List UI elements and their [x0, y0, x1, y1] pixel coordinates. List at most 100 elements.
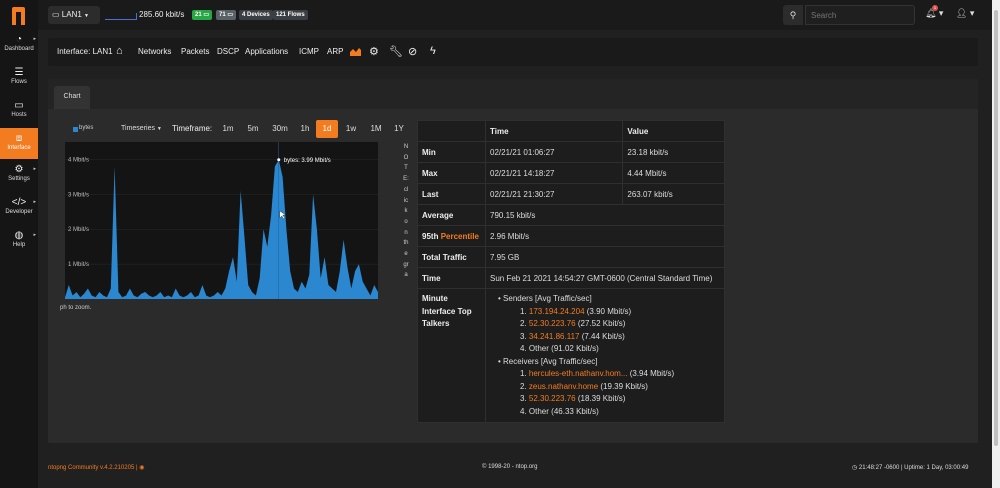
search-input[interactable] [805, 5, 915, 25]
interface-navbar: Interface: LAN1 ⌂ Networks Packets DSCP … [48, 38, 978, 66]
talker-item: 4. Other (91.02 Kbit/s) [520, 343, 720, 356]
interface-title: Interface: LAN1 [57, 47, 113, 56]
search-box: ⚲ [783, 5, 915, 25]
timeseries-dropdown[interactable]: Timeseries ▼ [121, 125, 162, 132]
timeframe-1d-button[interactable]: 1d [316, 120, 338, 138]
traffic-chart[interactable]: 1 Mbit/s 2 Mbit/s 3 Mbit/s 4 Mbit/s bytes: 3… [65, 142, 378, 299]
stats-header-row: Time Value [417, 120, 725, 142]
talker-rank: 1. [520, 369, 527, 378]
github-icon[interactable]: ◉ [139, 465, 144, 471]
user-menu-icon[interactable]: 👤︎ ▾ [956, 8, 974, 19]
sidebar-item-dashboard[interactable]: ◔ Dashboard ▸ [0, 34, 38, 64]
scrollbar-thumb[interactable] [994, 10, 998, 446]
stream-icon: ☰ [14, 67, 24, 78]
talker-host-link[interactable]: hercules-eth.nathanv.hom... [529, 369, 628, 378]
interface-selector[interactable]: ▭ LAN1 ▼ [48, 6, 100, 24]
stats-total-traffic: 7.95 GB [485, 246, 725, 268]
search-icon[interactable]: ⚲ [783, 5, 803, 25]
sidebar-item-flows[interactable]: ☰ Flows [0, 67, 38, 97]
legend-label[interactable]: bytes [79, 125, 93, 131]
talker-rank: 2. [520, 319, 527, 328]
y-tick-label: 3 Mbit/s [68, 192, 89, 198]
y-tick-label: 2 Mbit/s [68, 227, 89, 233]
ethernet-icon: ⧈ [15, 133, 23, 144]
local-hosts-badge[interactable]: 21 ▭ [192, 10, 213, 20]
sidebar-item-label: Dashboard [4, 46, 34, 52]
talker-host-link[interactable]: 52.30.223.76 [529, 319, 576, 328]
talker-host: Other [528, 406, 549, 416]
talker-host: Other [528, 344, 549, 353]
notice-char: E: [403, 176, 409, 183]
hover-point [277, 158, 281, 162]
stats-time: 02/21/21 14:18:27 [484, 162, 624, 184]
timeframe-1m-button[interactable]: 1m [218, 120, 238, 138]
gear-icon[interactable]: ⚙ [369, 45, 379, 58]
sidebar-item-label: Hosts [11, 112, 27, 118]
timeframe-label: Timeframe: [172, 124, 213, 133]
chart-area-icon[interactable] [350, 47, 361, 56]
talker-host-link[interactable]: 34.241.86.117 [529, 332, 580, 341]
flows-badge[interactable]: 121 Flows [273, 10, 308, 20]
nav-dscp[interactable]: DSCP [217, 47, 239, 56]
nav-applications[interactable]: Applications [245, 47, 288, 56]
footer-copyright[interactable]: © 1998-20 - ntop.org [482, 464, 537, 470]
percentile-link[interactable]: Percentile [441, 232, 479, 241]
ethernet-icon: ▭ [52, 10, 60, 19]
talker-rank: 3. [520, 331, 527, 341]
throughput-sparkline [105, 8, 137, 20]
caret-right-icon: ▸ [33, 199, 36, 205]
sidebar-item-label: Flows [11, 79, 27, 85]
caret-right-icon: ▸ [33, 36, 36, 42]
ntopng-logo[interactable] [10, 6, 27, 26]
stats-row-average: Average 790.15 kbit/s [417, 204, 725, 226]
talker-rate: (46.33 Kbit/s) [551, 406, 599, 416]
notice-char: n [404, 229, 408, 236]
timeframe-1y-button[interactable]: 1Y [390, 120, 408, 138]
user-slash-icon[interactable]: ⊘ [408, 45, 417, 58]
card-header: Chart [48, 79, 978, 109]
talker-host-link[interactable]: zeus.nathanv.home [529, 382, 598, 391]
interface-selector-label: LAN1 [61, 10, 82, 19]
caret-right-icon: ▸ [33, 232, 36, 238]
sidebar-item-help[interactable]: ◍ Help ▸ [0, 230, 38, 260]
code-icon: </> [11, 197, 27, 208]
stats-row-time: Time Sun Feb 21 2021 14:54:27 GMT-0600 (… [417, 267, 725, 289]
home-icon[interactable]: ⌂ [116, 45, 123, 57]
bolt-icon[interactable]: ϟ [430, 45, 436, 57]
tab-chart[interactable]: Chart [54, 86, 90, 109]
chart-tooltip: bytes: 3.99 Mbit/s [284, 158, 331, 164]
nav-packets[interactable]: Packets [181, 47, 209, 56]
talker-rank: 2. [520, 381, 527, 391]
timeframe-1h-button[interactable]: 1h [296, 120, 314, 138]
timeframe-5m-button[interactable]: 5m [243, 120, 263, 138]
sidebar-item-hosts[interactable]: ▭ Hosts [0, 100, 38, 130]
talker-rate: (7.44 Kbit/s) [581, 331, 625, 341]
nav-networks[interactable]: Networks [138, 47, 171, 56]
talker-host-link[interactable]: 52.30.223.76 [529, 394, 576, 403]
stats-header-time: Time [484, 120, 624, 142]
caret-right-icon: ▸ [33, 166, 36, 172]
talker-rank: 4. [520, 344, 527, 353]
sidebar-item-interface[interactable]: ⧈ Interface [0, 128, 38, 159]
gear-icon: ⚙ [14, 164, 24, 175]
timeframe-30m-button[interactable]: 30m [268, 120, 292, 138]
nav-icmp[interactable]: ICMP [299, 47, 319, 56]
notice-char: th [403, 240, 409, 247]
stats-percentile: 2.96 Mbit/s [485, 225, 725, 247]
timeframe-1m-button[interactable]: 1M [366, 120, 386, 138]
remote-hosts-count: 71 [219, 12, 226, 18]
timeframe-1w-button[interactable]: 1w [341, 120, 361, 138]
nav-arp[interactable]: ARP [327, 47, 343, 56]
remote-hosts-badge[interactable]: 71 ▭ [216, 10, 237, 20]
sidebar-item-developer[interactable]: </> Developer ▸ [0, 197, 38, 227]
top-talkers: Senders [Avg Traffic/sec] 1. 173.194.24.… [485, 288, 725, 423]
talker-host-link[interactable]: 173.194.24.204 [529, 307, 585, 316]
top-bar: ▭ LAN1 ▼ 285.60 kbit/s 21 ▭ 71 ▭ 4 Devic… [38, 0, 1000, 30]
talker-rate: (19.39 Kbit/s) [600, 381, 648, 391]
devices-badge[interactable]: 4 Devices [239, 10, 273, 20]
percentile-label-a: 95th [422, 231, 439, 241]
wrench-icon[interactable]: 🔧︎ [389, 45, 403, 58]
talker-item: 3. 34.241.86.117 (7.44 Kbit/s) [520, 331, 720, 344]
sidebar-item-settings[interactable]: ⚙ Settings ▸ [0, 164, 38, 194]
stats-value: 4.44 Mbit/s [622, 162, 725, 184]
